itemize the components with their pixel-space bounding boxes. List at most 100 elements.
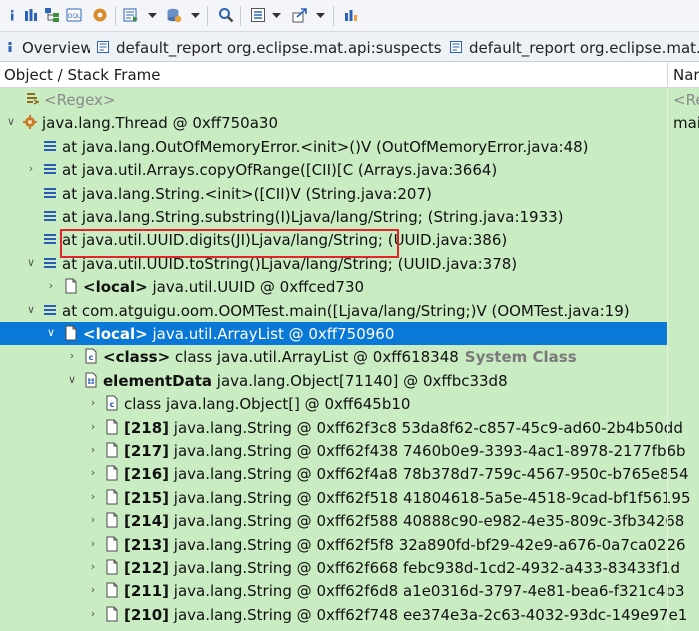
- row-label: at java.util.Arrays.copyOfRange([CII)[C …: [62, 158, 497, 182]
- svg-text:c: c: [89, 353, 94, 362]
- expand-chevron-icon[interactable]: ›: [88, 537, 98, 550]
- row-label: <Regex>: [44, 88, 115, 112]
- object-cell[interactable]: › [212] java.lang.String @ 0xff62f668 feb…: [0, 556, 680, 579]
- column-separator: [667, 509, 668, 533]
- expand-chevron-icon[interactable]: ›: [88, 514, 98, 526]
- collapse-chevron-icon[interactable]: ∨: [67, 373, 77, 386]
- tab-overview[interactable]: Overview: [4, 32, 90, 61]
- dropdown-icon[interactable]: [316, 7, 325, 23]
- export-icon[interactable]: [292, 7, 308, 23]
- search-icon[interactable]: [218, 7, 234, 23]
- object-cell[interactable]: › [214] java.lang.String @ 0xff62f588 408…: [0, 509, 685, 532]
- tree-row[interactable]: › [210] java.lang.String @ 0xff62f748 ee3…: [0, 602, 699, 627]
- run-report-icon[interactable]: [123, 7, 139, 23]
- tree-row[interactable]: › [215] java.lang.String @ 0xff62f518 418…: [0, 485, 699, 510]
- object-description: java.lang.String @ 0xff62f3c8 53da8f62-c…: [169, 418, 683, 437]
- dropdown-icon[interactable]: [148, 7, 157, 23]
- collapse-chevron-icon[interactable]: ∨: [46, 327, 56, 339]
- object-cell[interactable]: at java.lang.String.<init>([CII)V (Strin…: [0, 182, 667, 205]
- object-cell[interactable]: ∨ java.lang.Thread @ 0xff750a30: [0, 111, 667, 134]
- object-cell[interactable]: at java.lang.OutOfMemoryError.<init>()V …: [0, 135, 667, 158]
- object-cell[interactable]: › at java.util.Arrays.copyOfRange([CII)[C…: [0, 158, 667, 181]
- expand-chevron-icon[interactable]: ›: [26, 163, 36, 175]
- tree-row[interactable]: at java.lang.String.<init>([CII)V (Strin…: [0, 181, 699, 205]
- toolbar-separator: [240, 6, 241, 26]
- tree-row[interactable]: › [213] java.lang.String @ 0xff62f5f8 32a…: [0, 532, 699, 556]
- column-name[interactable]: Nar: [673, 62, 699, 88]
- dominator-tree-icon[interactable]: [44, 7, 60, 23]
- column-separator: [667, 368, 668, 393]
- tree-row[interactable]: › at java.util.Arrays.copyOfRange([CII)[C…: [0, 158, 699, 182]
- dropdown-icon[interactable]: [191, 7, 200, 23]
- calculate-retained-icon[interactable]: [343, 7, 359, 23]
- info-icon[interactable]: [4, 7, 20, 23]
- tree-row[interactable]: › [217] java.lang.String @ 0xff62f438 746…: [0, 439, 699, 463]
- expand-chevron-icon[interactable]: ›: [88, 397, 98, 409]
- row-label: elementData java.lang.Object[71140] @ 0x…: [103, 369, 508, 393]
- expand-chevron-icon[interactable]: ›: [88, 561, 98, 573]
- object-cell[interactable]: › [217] java.lang.String @ 0xff62f438 746…: [0, 439, 686, 462]
- tree-row[interactable]: at java.lang.String.substring(I)Ljava/la…: [0, 205, 699, 229]
- tree-row[interactable]: › <local> java.util.UUID @ 0xffced730: [0, 275, 699, 299]
- tab-default-report-2[interactable]: default_report org.eclipse.mat.api:suspe…: [450, 32, 699, 61]
- column-object-stack-frame[interactable]: Object / Stack Frame: [4, 62, 160, 88]
- column-divider[interactable]: [667, 62, 668, 88]
- row-label: [213] java.lang.String @ 0xff62f5f8 32a8…: [124, 533, 686, 557]
- regex-filter-text[interactable]: <Regex>: [44, 91, 115, 109]
- row-label: <local> java.util.ArrayList @ 0xff750960: [83, 322, 394, 346]
- object-cell[interactable]: › [211] java.lang.String @ 0xff62f6d8 a1e…: [0, 579, 685, 602]
- expand-chevron-icon[interactable]: ›: [88, 607, 98, 620]
- expand-chevron-icon[interactable]: ›: [88, 584, 98, 596]
- tree-row[interactable]: › [212] java.lang.String @ 0xff62f668 feb…: [0, 556, 699, 580]
- oql-icon[interactable]: OQL: [66, 7, 82, 23]
- collapse-chevron-icon[interactable]: ∨: [6, 116, 16, 128]
- expand-chevron-icon[interactable]: ›: [88, 444, 98, 456]
- object-cell[interactable]: › c class java.lang.Object[] @ 0xff645b10: [0, 392, 667, 415]
- tree-row[interactable]: › [216] java.lang.String @ 0xff62f4a8 78b…: [0, 462, 699, 486]
- query-browser-icon[interactable]: [166, 7, 182, 23]
- object-cell[interactable]: ∨ <local> java.util.ArrayList @ 0xff75096…: [0, 322, 667, 346]
- collapse-chevron-icon[interactable]: ∨: [26, 303, 36, 316]
- tree-row[interactable]: › c <class> class java.util.ArrayList @ 0x…: [0, 345, 699, 369]
- object-cell[interactable]: ∨ elementData java.lang.Object[71140] @ 0…: [0, 369, 667, 392]
- object-cell[interactable]: › [210] java.lang.String @ 0xff62f748 ee3…: [0, 603, 688, 626]
- tree-row[interactable]: ∨ java.lang.Thread @ 0xff750a30 mai: [0, 111, 699, 135]
- thread-stack-tree[interactable]: <Regex> <Re ∨ java.lang.Thread @ 0xff750a30…: [0, 88, 699, 631]
- field-name: [213]: [124, 535, 170, 554]
- tree-row[interactable]: › [214] java.lang.String @ 0xff62f588 408…: [0, 509, 699, 533]
- object-cell[interactable]: › [215] java.lang.String @ 0xff62f518 418…: [0, 486, 691, 509]
- dropdown-icon[interactable]: [272, 7, 281, 23]
- object-cell[interactable]: › <local> java.util.UUID @ 0xffced730: [0, 275, 667, 298]
- expand-chevron-icon[interactable]: ›: [88, 467, 98, 479]
- tree-row[interactable]: › c class java.lang.Object[] @ 0xff645b10: [0, 392, 699, 416]
- name-cell: mai: [673, 114, 699, 133]
- local-object-icon: [104, 419, 120, 435]
- expand-chevron-icon[interactable]: ›: [88, 420, 98, 433]
- tree-row[interactable]: at java.lang.OutOfMemoryError.<init>()V …: [0, 134, 699, 159]
- column-separator: [667, 415, 668, 439]
- object-cell[interactable]: › [216] java.lang.String @ 0xff62f4a8 78b…: [0, 462, 689, 485]
- tree-row[interactable]: › [211] java.lang.String @ 0xff62f6d8 a1e…: [0, 579, 699, 603]
- object-cell[interactable]: › [218] java.lang.String @ 0xff62f3c8 53d…: [0, 416, 683, 439]
- expand-chevron-icon[interactable]: ›: [67, 350, 77, 362]
- collapse-chevron-icon[interactable]: ∨: [26, 256, 36, 269]
- tree-row[interactable]: › [218] java.lang.String @ 0xff62f3c8 53d…: [0, 415, 699, 439]
- tree-row[interactable]: ∨ elementData java.lang.Object[71140] @ 0…: [0, 368, 699, 393]
- column-separator: [667, 579, 668, 603]
- tab-default-report-1[interactable]: default_report org.eclipse.mat.api:suspe…: [97, 32, 445, 61]
- tree-row[interactable]: <Regex> <Re: [0, 88, 699, 112]
- heap-dump-overview-icon[interactable]: [92, 7, 108, 23]
- expand-chevron-icon[interactable]: ›: [88, 490, 98, 503]
- tab-label: Overview: [22, 39, 90, 57]
- object-cell[interactable]: › c <class> class java.util.ArrayList @ 0x…: [0, 345, 667, 368]
- object-cell[interactable]: ∨ at com.atguigu.oom.OOMTest.main([Ljava/…: [0, 299, 667, 322]
- expand-chevron-icon[interactable]: ›: [46, 280, 56, 292]
- group-by-icon[interactable]: [250, 7, 266, 23]
- object-cell[interactable]: <Regex>: [0, 88, 667, 111]
- tree-row[interactable]: ∨ <local> java.util.ArrayList @ 0xff75096…: [0, 322, 699, 346]
- object-cell[interactable]: › [213] java.lang.String @ 0xff62f5f8 32a…: [0, 533, 686, 556]
- tree-row[interactable]: ∨ at com.atguigu.oom.OOMTest.main([Ljava/…: [0, 298, 699, 322]
- object-cell[interactable]: at java.lang.String.substring(I)Ljava/la…: [0, 205, 667, 228]
- histogram-icon[interactable]: [23, 7, 39, 23]
- toolbar-separator: [333, 6, 334, 26]
